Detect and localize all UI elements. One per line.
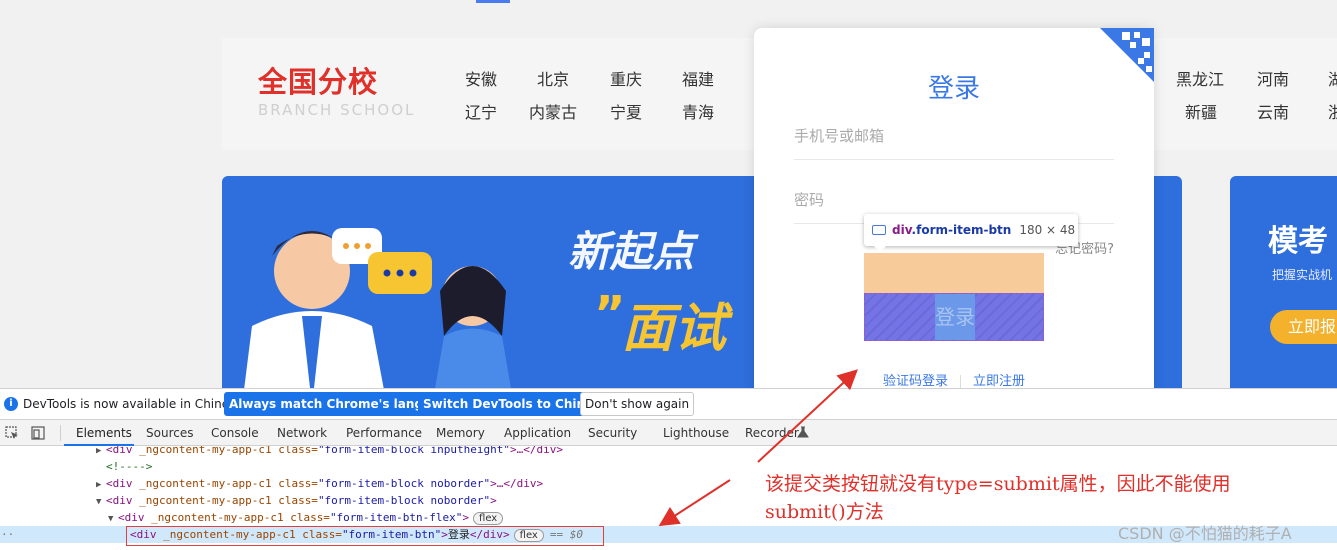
- city-link[interactable]: 湖: [1328, 70, 1337, 90]
- login-submit-button[interactable]: 登录: [864, 293, 1044, 341]
- login-title: 登录: [927, 74, 980, 104]
- element-box-icon: [872, 225, 886, 235]
- side-banner-subtitle: 把握实战机: [1272, 268, 1333, 282]
- infobar-message: DevTools is now available in Chinese!: [23, 397, 248, 411]
- flex-badge[interactable]: flex: [473, 512, 504, 525]
- register-link[interactable]: 立即注册: [973, 374, 1025, 388]
- inspect-tooltip: div.form-item-btn 180 × 48: [864, 214, 1078, 252]
- side-banner-button[interactable]: 立即报: [1270, 310, 1337, 344]
- city-link[interactable]: 内蒙古: [529, 103, 577, 123]
- dom-node-row[interactable]: ▶ <div _ngcontent-my-app-c1 class="form-i…: [0, 446, 1337, 458]
- city-link[interactable]: 青海: [682, 103, 714, 123]
- webpage-viewport: 全国分校 BRANCH SCHOOL 安徽 北京 重庆 福建 黑龙江 河南 湖 …: [0, 0, 1337, 388]
- login-footer-links: 验证码登录 立即注册: [754, 370, 1154, 388]
- sms-login-link[interactable]: 验证码登录: [883, 374, 948, 388]
- link-separator: [960, 374, 961, 388]
- city-link[interactable]: 河南: [1257, 70, 1289, 90]
- tab-elements[interactable]: Elements: [76, 426, 132, 440]
- city-link[interactable]: 宁夏: [610, 103, 642, 123]
- city-link[interactable]: 福建: [682, 70, 714, 90]
- top-accent-bar: [476, 0, 510, 3]
- tab-console[interactable]: Console: [211, 426, 259, 440]
- devtools-infobar: i DevTools is now available in Chinese! …: [0, 388, 1337, 419]
- tab-recorder[interactable]: Recorder: [745, 426, 799, 440]
- info-icon: i: [4, 397, 18, 411]
- tab-lighthouse[interactable]: Lighthouse: [663, 426, 729, 440]
- banner-quote-mark: ”: [594, 286, 626, 342]
- site-logo[interactable]: 全国分校 BRANCH SCHOOL: [258, 64, 418, 126]
- more-dots-icon[interactable]: ··: [1, 528, 14, 541]
- devtools-tabbar: Elements Sources Console Network Perform…: [0, 419, 1337, 446]
- logo-main-text: 全国分校: [258, 65, 379, 99]
- side-banner-title: 模考: [1268, 224, 1328, 259]
- flask-icon: [797, 426, 809, 438]
- tab-performance[interactable]: Performance: [346, 426, 422, 440]
- selected-node-outline: [126, 526, 604, 546]
- toolbar-divider: [60, 425, 61, 441]
- tooltip-class: .form-item-btn: [911, 223, 1012, 237]
- side-banner[interactable]: 模考 把握实战机 立即报: [1230, 176, 1337, 388]
- banner-slogan: 新起点: [568, 227, 695, 276]
- login-modal: 登录 忘记密码? 登录 验证码登录立即注册: [754, 28, 1154, 388]
- tab-sources[interactable]: Sources: [146, 426, 193, 440]
- city-link[interactable]: 安徽: [465, 70, 497, 90]
- tooltip-size: 180 × 48: [1019, 223, 1076, 237]
- banner-illustration: [244, 228, 511, 388]
- city-link[interactable]: 云南: [1257, 103, 1289, 123]
- city-link[interactable]: 辽宁: [465, 103, 497, 123]
- csdn-watermark: CSDN @不怕猫的耗子A: [1118, 524, 1292, 543]
- city-link[interactable]: 黑龙江: [1176, 70, 1224, 90]
- phone-email-field-wrap: [794, 112, 1114, 160]
- inspect-margin-overlay: [864, 253, 1044, 293]
- city-link[interactable]: 浙: [1328, 103, 1337, 123]
- dont-show-again-button[interactable]: Don't show again: [580, 392, 695, 416]
- banner-slogan-highlight: 面试: [622, 299, 727, 359]
- annotation-note: 该提交类按钮就没有type=submit属性，因此不能使用submit()方法: [765, 473, 1231, 523]
- tab-security[interactable]: Security: [588, 426, 637, 440]
- city-link[interactable]: 重庆: [610, 70, 642, 90]
- logo-sub-text: BRANCH SCHOOL: [258, 101, 416, 119]
- city-link[interactable]: 新疆: [1185, 103, 1217, 123]
- device-toolbar-icon[interactable]: [31, 426, 45, 440]
- inspect-element-icon[interactable]: [5, 426, 19, 440]
- tab-memory[interactable]: Memory: [436, 426, 485, 440]
- tab-application[interactable]: Application: [504, 426, 571, 440]
- login-submit-label: 登录: [935, 305, 975, 329]
- phone-email-input[interactable]: [794, 112, 1114, 159]
- tooltip-tag: div: [892, 223, 912, 237]
- tab-network[interactable]: Network: [277, 426, 327, 440]
- city-link[interactable]: 北京: [537, 70, 569, 90]
